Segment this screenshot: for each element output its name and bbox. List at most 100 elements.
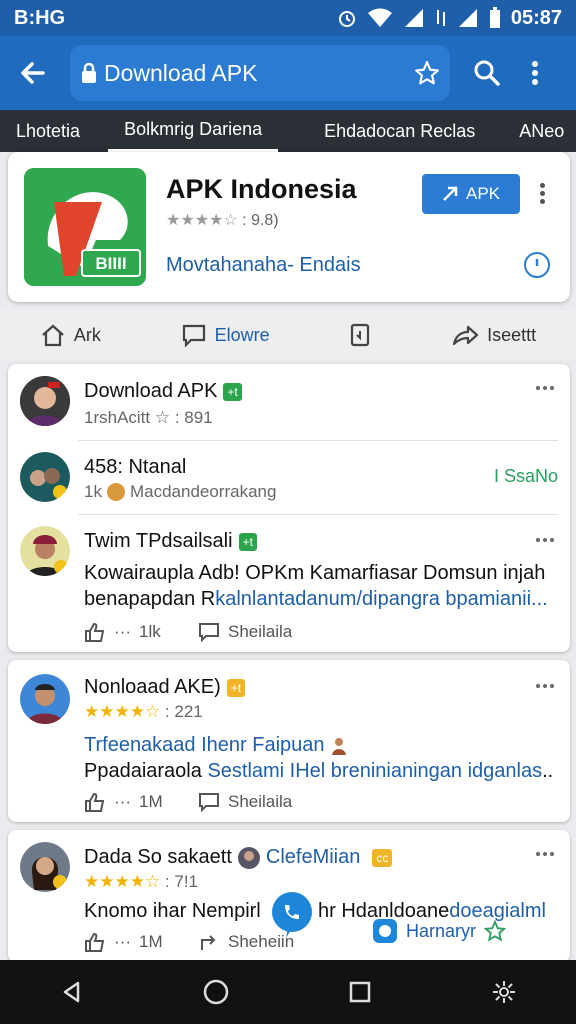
- side-label[interactable]: I SsaNo: [494, 466, 558, 487]
- search-button[interactable]: [466, 52, 508, 94]
- tab-2[interactable]: Ehdadocan Reclas: [308, 110, 491, 152]
- avatar[interactable]: [20, 526, 70, 576]
- divider: [78, 514, 558, 515]
- person-emoji-icon: [331, 737, 346, 755]
- post-more-button[interactable]: [536, 684, 554, 688]
- action-home[interactable]: Ark: [40, 323, 101, 347]
- post-author-page[interactable]: ClefeMiian: [266, 846, 360, 869]
- back-button[interactable]: [12, 52, 54, 94]
- post-more-button[interactable]: [536, 386, 554, 390]
- post-like-button[interactable]: ··· 1lk: [84, 622, 161, 642]
- bookmark-icon: [351, 323, 370, 347]
- post-comment-button[interactable]: Sheilaila: [198, 792, 292, 812]
- download-arrow-icon: [443, 186, 458, 201]
- post-rating-value: 221: [174, 702, 203, 721]
- settings-icon: [493, 981, 515, 1003]
- nav-settings-button[interactable]: [479, 967, 529, 1017]
- status-left-text: B:HG: [14, 6, 66, 29]
- post-body-line-1: Trfeenakaad Ihenr Faipuan: [84, 734, 349, 757]
- post-meta: 1k Macdandeorrakang: [84, 482, 276, 502]
- post-comment-label: Sheilaila: [228, 792, 293, 811]
- share-arrow-icon: [201, 935, 216, 950]
- person-avatar-icon: [20, 842, 70, 892]
- app-more-button[interactable]: [532, 178, 552, 208]
- share-icon: [452, 325, 479, 346]
- more-vert-icon: [532, 61, 538, 85]
- person-avatar-icon: [20, 526, 70, 576]
- post-author-name: Nonloaad AKE): [84, 676, 221, 698]
- side-action-label: Harnaryr: [406, 920, 477, 941]
- person-avatar-icon: [20, 376, 70, 426]
- action-bookmark[interactable]: [349, 323, 371, 347]
- clock-hand-icon: [535, 259, 539, 266]
- post-like-button[interactable]: ··· 1M: [84, 792, 163, 812]
- rating-stars-icon: ★★★★☆: [84, 702, 161, 721]
- apk-download-button[interactable]: APK: [422, 174, 520, 214]
- star-outline-icon[interactable]: [414, 60, 440, 86]
- status-bar: B:HG 05:87: [0, 0, 576, 36]
- post-body-line-1-text: Trfeenakaad Ihenr Faipuan: [84, 734, 325, 756]
- post-author: Dada So sakaett ClefeMiian cc: [84, 846, 393, 869]
- app-logo[interactable]: BIIII: [24, 168, 146, 286]
- post-body-line-2-end: ..: [542, 760, 554, 782]
- emoji-icon: [106, 483, 125, 501]
- comment-icon: [199, 623, 219, 642]
- nav-home-button[interactable]: [191, 967, 241, 1017]
- thumbs-up-icon: [85, 792, 105, 812]
- post-like-count: 1M: [138, 932, 163, 951]
- overflow-menu-button[interactable]: [514, 52, 556, 94]
- tab-0[interactable]: Lhotetia: [0, 110, 96, 152]
- action-share[interactable]: Iseettt: [451, 323, 536, 347]
- avatar[interactable]: [20, 674, 70, 724]
- address-bar[interactable]: Download APK: [70, 45, 450, 101]
- post-body-link[interactable]: kalnlantadanum/dipangra bpamianii...: [215, 588, 547, 610]
- app-rating: ★★★★☆ : 9.8): [166, 212, 279, 229]
- action-comment[interactable]: Elowre: [181, 323, 270, 347]
- post-body-line-1-a: Knomo: [84, 900, 148, 922]
- avatar[interactable]: [20, 376, 70, 426]
- person-avatar-icon: [20, 674, 70, 724]
- post-author: 458: Ntanal: [84, 456, 187, 478]
- info-icon[interactable]: [524, 252, 550, 278]
- post-body-line-2-a: Ppadaiaraola: [84, 760, 208, 782]
- post-body-link[interactable]: Sestlami IHel breninianingan idganlas: [207, 760, 542, 782]
- app-rating-value: 9.8): [251, 212, 279, 229]
- post-body-line-1: Knomo ihar Nempirl: [84, 900, 261, 923]
- chat-bubble-button[interactable]: [272, 892, 312, 938]
- action-share-label: Iseettt: [487, 324, 537, 345]
- arrow-left-icon: [21, 62, 45, 84]
- avatar[interactable]: [20, 452, 70, 502]
- post-comment-button[interactable]: Sheilaila: [198, 622, 292, 642]
- thumbs-up-icon: [85, 932, 105, 952]
- post-author: Nonloaad AKE) +t: [84, 676, 246, 699]
- app-title: APK Indonesia: [166, 174, 357, 204]
- verified-badge: +t: [223, 382, 242, 401]
- tab-3[interactable]: ANeo: [503, 110, 576, 152]
- post-like-count: 1lk: [138, 622, 161, 641]
- home-icon: [42, 324, 64, 347]
- tab-1[interactable]: Bolkmrig Dariena: [108, 110, 279, 152]
- action-home-label: Ark: [73, 324, 101, 345]
- app-logo-text: BIIII: [95, 254, 126, 273]
- back-icon: [63, 981, 80, 1003]
- verified-badge: +t: [226, 678, 246, 697]
- apk-button-label: APK: [465, 184, 501, 203]
- avatar[interactable]: [20, 842, 70, 892]
- nav-recents-button[interactable]: [335, 967, 385, 1017]
- post-more-button[interactable]: [536, 538, 554, 542]
- app-logo-icon: BIIII: [24, 168, 146, 286]
- post-author-name: Download APK: [84, 380, 218, 402]
- signal-icon-2: [458, 9, 477, 27]
- app-developer-link[interactable]: Movtahanaha- Endais: [166, 254, 361, 277]
- rating-stars-icon: ★★★★☆: [166, 212, 238, 229]
- battery-icon: [489, 7, 500, 28]
- nav-back-button[interactable]: [47, 967, 97, 1017]
- star-outline-icon: [484, 920, 507, 942]
- category-tabs: Lhotetia Bolkmrig Dariena Ehdadocan Recl…: [0, 110, 576, 152]
- lock-icon: [82, 62, 96, 83]
- post-more-button[interactable]: [536, 852, 554, 856]
- side-action[interactable]: Harnaryr: [372, 918, 507, 944]
- post-author: Download APK +t: [84, 380, 242, 403]
- post-meta-text: Macdandeorrakang: [129, 482, 277, 501]
- post-like-button[interactable]: ··· 1M: [84, 932, 163, 952]
